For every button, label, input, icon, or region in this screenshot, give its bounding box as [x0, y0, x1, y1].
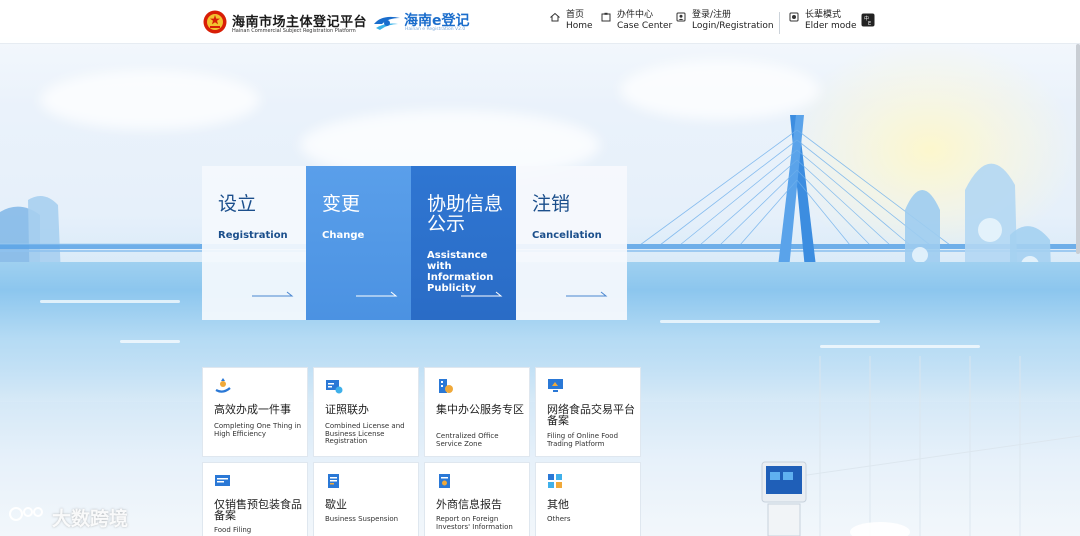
nav-case-center[interactable]: 办件中心 Case Center [601, 10, 672, 32]
arrow-right-icon [461, 291, 503, 297]
service-card-office-zone-cn: 集中办公服务专区 [436, 403, 524, 416]
tile-change-cn: 变更 [322, 193, 361, 215]
service-card-suspension-cn: 歇业 [325, 498, 347, 511]
service-card-efficiency-cn: 高效办成一件事 [214, 403, 291, 416]
service-card-combined-license[interactable]: 证照联办 Combined License and Business Licen… [313, 367, 419, 457]
nav-elder-mode[interactable]: 长辈模式 Elder mode [789, 10, 857, 32]
svg-text:E: E [868, 21, 871, 27]
watermark-logo-icon [9, 507, 43, 521]
e-registration-version: Hainan e Registration V2.0 [405, 27, 466, 32]
service-card-online-food-en: Filing of Online Food Trading Platform [547, 432, 619, 448]
service-card-others-en: Others [547, 515, 571, 523]
nav-login-cn: 登录/注册 [692, 10, 732, 20]
suspension-icon [328, 474, 339, 488]
self-service-kiosk-illustration [761, 461, 807, 536]
login-icon [676, 12, 686, 22]
home-icon [550, 12, 560, 22]
tile-assistance-publicity[interactable]: 协助信息公示 Assistance with Information Publi… [411, 166, 516, 320]
tile-cancellation-cn: 注销 [532, 193, 571, 215]
service-card-efficiency[interactable]: 高效办成一件事 Completing One Thing in High Eff… [202, 367, 308, 457]
service-card-combined-license-en: Combined License and Business License Re… [325, 422, 405, 445]
tile-change-en: Change [322, 230, 365, 241]
food-filing-icon [215, 475, 230, 486]
nav-login-en: Login/Registration [692, 21, 774, 31]
top-header: 海南市场主体登记平台 Hainan Commercial Subject Reg… [0, 0, 1080, 44]
service-card-efficiency-en: Completing One Thing in High Efficiency [214, 422, 302, 438]
arrow-right-icon [252, 291, 294, 297]
service-card-food-filing-en: Food Filing [214, 526, 252, 534]
service-card-food-filing-cn: 仅销售预包装食品备案 [214, 498, 302, 522]
service-card-others[interactable]: 其他 Others [535, 462, 641, 536]
nav-login[interactable]: 登录/注册 Login/Registration [676, 10, 774, 32]
service-card-online-food-cn: 网络食品交易平台备案 [547, 403, 635, 427]
service-card-suspension[interactable]: 歇业 Business Suspension [313, 462, 419, 536]
elder-mode-icon [789, 12, 799, 22]
others-icon [548, 474, 562, 488]
online-food-icon [548, 379, 563, 392]
foreign-report-icon [439, 474, 450, 488]
wave [660, 320, 880, 323]
wave [820, 345, 980, 348]
tile-cancellation-en: Cancellation [532, 230, 602, 241]
service-card-others-cn: 其他 [547, 498, 569, 511]
tile-registration-cn: 设立 [218, 193, 257, 215]
wave [40, 300, 180, 303]
service-card-office-zone[interactable]: 集中办公服务专区 Centralized Office Service Zone [424, 367, 530, 457]
combined-license-icon [326, 380, 343, 394]
service-card-suspension-en: Business Suspension [325, 515, 399, 523]
arrow-right-icon [356, 291, 398, 297]
wave [120, 340, 180, 343]
tile-registration-en: Registration [218, 230, 288, 241]
nav-case-center-cn: 办件中心 [617, 10, 654, 20]
nav-case-center-en: Case Center [617, 21, 673, 31]
e-registration-logo-icon [374, 16, 400, 30]
service-card-combined-license-cn: 证照联办 [325, 403, 369, 416]
service-card-foreign-report-cn: 外商信息报告 [436, 498, 502, 511]
service-hall-illustration [799, 356, 1080, 536]
platform-subtitle: Hainan Commercial Subject Registration P… [232, 28, 356, 34]
service-card-online-food[interactable]: 网络食品交易平台备案 Filing of Online Food Trading… [535, 367, 641, 457]
nav-home[interactable]: 首页 Home [550, 10, 593, 32]
language-switch-icon[interactable]: 中 E [861, 13, 875, 27]
national-emblem-icon [203, 10, 227, 34]
tile-assistance-publicity-cn: 协助信息公示 [427, 193, 504, 235]
watermark-text: 大数跨境 [52, 508, 129, 530]
nav-elder-mode-cn: 长辈模式 [805, 10, 842, 20]
office-zone-icon [439, 379, 453, 393]
tile-assistance-publicity-en: Assistance with Information Publicity [427, 250, 494, 294]
nav-home-cn: 首页 [566, 10, 585, 20]
nav-divider [779, 12, 780, 34]
service-card-foreign-report[interactable]: 外商信息报告 Report on Foreign Investors' Info… [424, 462, 530, 536]
service-card-foreign-report-en: Report on Foreign Investors' Information [436, 515, 513, 531]
arrow-right-icon [566, 291, 608, 297]
case-center-icon [601, 12, 611, 22]
tile-change[interactable]: 变更 Change [306, 166, 411, 320]
tile-cancellation[interactable]: 注销 Cancellation [516, 166, 627, 320]
tile-registration[interactable]: 设立 Registration [202, 166, 306, 320]
nav-elder-mode-en: Elder mode [805, 21, 857, 31]
efficiency-icon [215, 378, 231, 393]
page-scrollbar[interactable] [1076, 44, 1080, 254]
nav-home-en: Home [566, 21, 593, 31]
service-card-food-filing[interactable]: 仅销售预包装食品备案 Food Filing [202, 462, 308, 536]
service-card-office-zone-en: Centralized Office Service Zone [436, 432, 499, 448]
